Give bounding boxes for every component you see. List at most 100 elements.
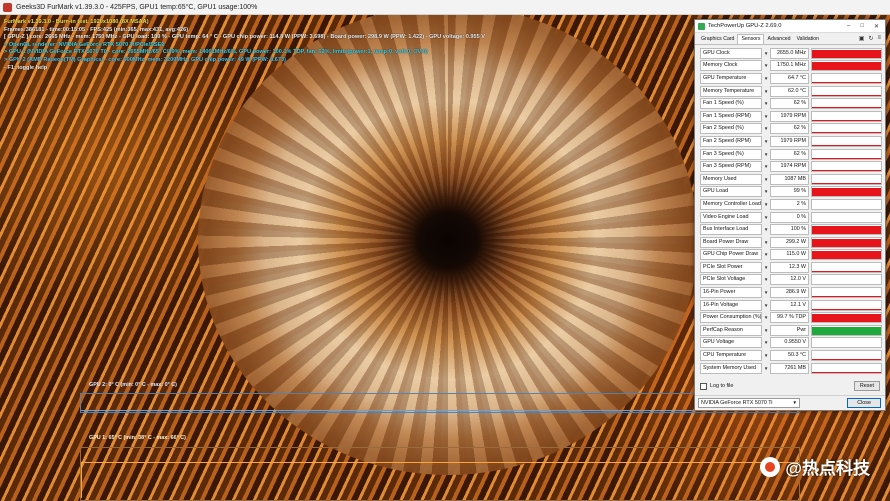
sensor-label: PCIe Slot Power <box>700 261 763 273</box>
sensor-graph <box>811 123 882 135</box>
minimize-button[interactable]: – <box>847 23 850 30</box>
gpu-select-dropdown[interactable]: NVIDIA GeForce RTX 5070 Ti ▼ <box>698 398 800 408</box>
sensor-dropdown-icon[interactable]: ▼ <box>762 63 770 68</box>
gpuz-title: TechPowerUp GPU-Z 2.69.0 <box>708 23 782 29</box>
sensor-value: 1979 RPM <box>770 110 810 122</box>
sensor-value: 50.3 °C <box>770 350 810 362</box>
log-to-file-label: Log to file <box>710 383 734 389</box>
sensor-row: PCIe Slot Voltage ▼ 12.0 V <box>700 274 882 287</box>
furmark-titlebar[interactable]: Geeks3D FurMark v1.39.3.0 - 425FPS, GPU1… <box>0 0 890 15</box>
sensor-dropdown-icon[interactable]: ▼ <box>762 290 770 295</box>
gpu1-graph-label: GPU 1: 65° C (min: 38° C - max: 66° C) <box>89 435 186 441</box>
sensor-value: 100 % <box>770 224 810 236</box>
sensor-value: 12.1 V <box>770 299 810 311</box>
sensor-row: CPU Temperature ▼ 50.3 °C <box>700 349 882 362</box>
tab-validation[interactable]: Validation <box>794 35 822 44</box>
sensor-graph-fill <box>812 107 881 109</box>
furmark-osd: FurMark v1.39.3.0 - Burn-in test, 1920x1… <box>4 19 485 72</box>
close-button[interactable]: Close <box>847 398 881 408</box>
sensor-graph-fill <box>812 251 881 260</box>
sensor-dropdown-icon[interactable]: ▼ <box>762 51 770 56</box>
sensor-row: Fan 1 Speed (RPM) ▼ 1979 RPM <box>700 110 882 123</box>
sensor-graph-fill <box>812 170 881 172</box>
sensor-dropdown-icon[interactable]: ▼ <box>762 152 770 157</box>
sensor-value: 64.7 °C <box>770 72 810 84</box>
sensor-dropdown-icon[interactable]: ▼ <box>762 353 770 358</box>
sensor-graph-fill <box>812 132 881 134</box>
sensor-label: 16-Pin Voltage <box>700 299 763 311</box>
sensor-graph <box>811 72 882 84</box>
sensor-dropdown-icon[interactable]: ▼ <box>762 114 770 119</box>
reset-button[interactable]: Reset <box>853 381 880 391</box>
sensor-dropdown-icon[interactable]: ▼ <box>762 328 770 333</box>
sensor-dropdown-icon[interactable]: ▼ <box>762 315 770 320</box>
gpuz-footer: NVIDIA GeForce RTX 5070 Ti ▼ Close <box>695 395 885 410</box>
sensor-graph <box>811 324 882 336</box>
gpu2-temperature-graph: GPU 2: 0° C (min: 0° C - max: 0° C) <box>80 382 800 413</box>
tab-sensors[interactable]: Sensors <box>737 34 765 44</box>
sensor-value: 1087 MB <box>770 173 810 185</box>
sensor-dropdown-icon[interactable]: ▼ <box>762 76 770 81</box>
sensor-label: GPU Load <box>700 186 763 198</box>
sensor-dropdown-icon[interactable]: ▼ <box>762 202 770 207</box>
camera-icon[interactable]: ▣ <box>859 35 865 42</box>
sensor-dropdown-icon[interactable]: ▼ <box>762 252 770 257</box>
sensor-graph <box>811 287 882 299</box>
sensor-dropdown-icon[interactable]: ▼ <box>762 240 770 245</box>
sensor-row: Memory Used ▼ 1087 MB <box>700 173 882 186</box>
watermark: @热点科技 <box>760 454 870 479</box>
sensor-label: Board Power Draw <box>700 236 763 248</box>
sensor-value: 12.0 V <box>770 274 810 286</box>
chevron-down-icon: ▼ <box>792 400 797 405</box>
sensor-dropdown-icon[interactable]: ▼ <box>762 101 770 106</box>
sensor-value: 99.7 % TDP <box>770 312 810 324</box>
sensor-dropdown-icon[interactable]: ▼ <box>762 177 770 182</box>
gpuz-tabs: Graphics Card Sensors Advanced Validation ▣… <box>695 33 885 45</box>
sensor-dropdown-icon[interactable]: ▼ <box>762 164 770 169</box>
sensor-dropdown-icon[interactable]: ▼ <box>762 227 770 232</box>
sensor-dropdown-icon[interactable]: ▼ <box>762 366 770 371</box>
sensor-dropdown-icon[interactable]: ▼ <box>762 265 770 270</box>
sensor-list: GPU Clock ▼ 2655.0 MHz Memory Clock ▼ 1750.1 … <box>700 47 882 374</box>
sensor-dropdown-icon[interactable]: ▼ <box>762 89 770 94</box>
sensor-value: 1979 RPM <box>770 135 810 147</box>
sensor-graph-fill <box>812 326 881 335</box>
gpu2-graph-label: GPU 2: 0° C (min: 0° C - max: 0° C) <box>89 382 177 388</box>
sensor-row: Bus Interface Load ▼ 100 % <box>700 223 882 236</box>
sensor-graph-fill <box>812 145 881 146</box>
tab-advanced[interactable]: Advanced <box>764 35 793 44</box>
sensor-dropdown-icon[interactable]: ▼ <box>762 340 770 345</box>
sensor-dropdown-icon[interactable]: ▼ <box>762 277 770 282</box>
sensor-row: System Memory Used ▼ 7261 MB <box>700 362 882 375</box>
sensor-graph-fill <box>812 182 881 184</box>
maximize-button[interactable]: □ <box>860 23 864 30</box>
sensor-value: 299.2 W <box>770 236 810 248</box>
gpuz-toolbar: ▣ ↻ ≡ <box>859 35 881 42</box>
close-window-button[interactable]: ✕ <box>874 23 879 30</box>
sensor-graph <box>811 261 882 273</box>
sensor-value: 0 % <box>770 211 810 223</box>
gpuz-titlebar[interactable]: TechPowerUp GPU-Z 2.69.0 – □ ✕ <box>695 20 885 33</box>
sensor-graph-fill <box>812 296 881 298</box>
sensor-graph-fill <box>812 188 881 197</box>
sensor-label: Memory Used <box>700 173 763 185</box>
sensor-graph-fill <box>812 314 881 323</box>
refresh-icon[interactable]: ↻ <box>868 35 873 42</box>
log-to-file-checkbox[interactable] <box>700 382 707 390</box>
sensor-dropdown-icon[interactable]: ▼ <box>762 215 770 220</box>
sensor-label: CPU Temperature <box>700 350 763 362</box>
sensor-graph <box>811 186 882 198</box>
sensor-value: 99 % <box>770 186 810 198</box>
sensor-dropdown-icon[interactable]: ▼ <box>762 303 770 308</box>
sensor-row: Fan 3 Speed (%) ▼ 62 % <box>700 148 882 161</box>
sensor-row: 16-Pin Voltage ▼ 12.1 V <box>700 299 882 312</box>
menu-icon[interactable]: ≡ <box>877 35 881 42</box>
sensor-dropdown-icon[interactable]: ▼ <box>762 126 770 131</box>
gpu-select-value: NVIDIA GeForce RTX 5070 Ti <box>701 400 773 406</box>
sensor-graph <box>811 274 882 286</box>
gpuz-window[interactable]: TechPowerUp GPU-Z 2.69.0 – □ ✕ Graphics … <box>694 19 886 411</box>
sensor-dropdown-icon[interactable]: ▼ <box>762 139 770 144</box>
sensor-graph <box>811 98 882 110</box>
tab-graphics-card[interactable]: Graphics Card <box>698 35 737 44</box>
sensor-dropdown-icon[interactable]: ▼ <box>762 189 770 194</box>
